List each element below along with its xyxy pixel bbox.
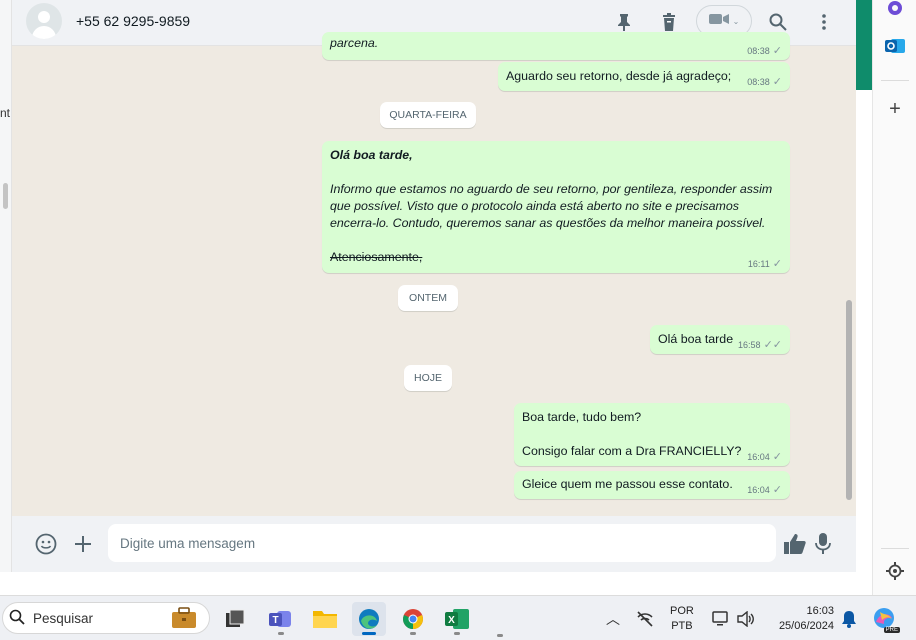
outlook-icon[interactable] — [883, 34, 907, 58]
contact-name[interactable]: +55 62 9295-9859 — [76, 13, 190, 29]
taskbar-search[interactable]: Pesquisar — [2, 602, 210, 634]
message-time: 08:38 — [747, 45, 770, 56]
message-bubble[interactable]: Gleice quem me passou esse contato. 16:0… — [514, 471, 790, 499]
background-app-scrollbar[interactable] — [3, 183, 8, 209]
network-off-icon[interactable] — [636, 596, 654, 640]
chevron-down-icon: ⌄ — [732, 16, 740, 26]
message-time: 16:04 — [747, 451, 770, 462]
trash-icon[interactable] — [657, 10, 681, 34]
single-check-icon: ✓ — [772, 76, 782, 88]
excel-icon[interactable]: X — [440, 602, 474, 636]
message-time: 08:38 — [747, 76, 770, 87]
chat-scrollbar[interactable] — [846, 300, 852, 500]
chrome-icon[interactable] — [396, 602, 430, 636]
message-text: Informo que estamos no aguardo de seu re… — [330, 182, 773, 230]
attach-plus-icon[interactable] — [71, 532, 95, 556]
briefcase-icon — [171, 607, 197, 632]
message-bubble[interactable]: Olá boa tarde 16:58 ✓✓ — [650, 325, 790, 354]
message-input-box[interactable] — [108, 524, 776, 562]
edge-browser-icon[interactable] — [352, 602, 386, 636]
single-check-icon: ✓ — [772, 451, 782, 463]
chat-window: +55 62 9295-9859 ⌄ parcena. 08:38 ✓ Aguar… — [12, 0, 856, 572]
language-code: POR — [670, 604, 694, 617]
app-running-indicator — [497, 634, 503, 637]
notification-bell-icon[interactable] — [841, 596, 857, 640]
copilot-taskbar-icon[interactable]: PRE — [872, 596, 900, 640]
message-time: 16:04 — [747, 484, 770, 495]
add-icon[interactable]: + — [883, 97, 907, 121]
message-list[interactable]: parcena. 08:38 ✓ Aguardo seu retorno, des… — [12, 32, 856, 516]
contact-avatar[interactable] — [26, 3, 62, 39]
message-bubble[interactable]: Olá boa tarde, Informo que estamos no ag… — [322, 141, 790, 273]
date-separator: ONTEM — [398, 285, 458, 311]
panel-divider — [881, 548, 909, 549]
pin-icon[interactable] — [612, 10, 636, 34]
message-text: Aguardo seu retorno, desde já agradeço; — [506, 69, 732, 83]
single-check-icon: ✓ — [772, 258, 782, 270]
taskbar-search-label: Pesquisar — [33, 610, 94, 626]
emoji-icon[interactable] — [34, 532, 58, 556]
background-app-text: nt — [0, 106, 11, 120]
double-check-icon: ✓✓ — [763, 339, 782, 351]
taskbar: Pesquisar T X ︿ POR PTB 16:03 25/06/2024… — [0, 595, 916, 640]
message-text: Gleice quem me passou esse contato. — [522, 477, 733, 491]
clock-time: 16:03 — [806, 604, 834, 617]
task-view-icon[interactable] — [218, 602, 252, 636]
thumbs-up-icon[interactable] — [783, 532, 807, 556]
search-icon — [9, 609, 25, 628]
keyboard-layout: PTB — [671, 619, 693, 632]
message-text: Olá boa tarde — [658, 332, 734, 346]
message-time: 16:58 — [738, 339, 761, 350]
message-bold-line: Olá boa tarde, — [330, 148, 413, 162]
clock-date: 25/06/2024 — [778, 619, 834, 632]
single-check-icon: ✓ — [772, 484, 782, 496]
copilot-icon[interactable] — [883, 0, 907, 20]
pre-badge: PRE — [883, 626, 900, 633]
panel-divider — [881, 80, 909, 81]
date-separator: QUARTA-FEIRA — [380, 102, 476, 128]
message-strike-line: Atenciosamente, — [330, 250, 423, 264]
svg-text:X: X — [448, 615, 455, 626]
gear-icon[interactable] — [883, 559, 907, 583]
more-options-icon[interactable] — [812, 10, 836, 34]
svg-text:T: T — [272, 615, 278, 626]
message-bubble[interactable]: Boa tarde, tudo bem? Consigo falar com a… — [514, 403, 790, 466]
message-time: 16:11 — [747, 258, 770, 269]
message-text: Boa tarde, tudo bem? — [522, 410, 642, 424]
message-bubble[interactable]: Aguardo seu retorno, desde já agradeço; … — [498, 62, 790, 91]
teams-icon[interactable]: T — [264, 602, 298, 636]
video-call-icon — [708, 12, 729, 30]
message-text: parcena. — [330, 36, 379, 50]
side-accent-bar — [856, 0, 872, 90]
message-text: Consigo falar com a Dra FRANCIELLY? — [522, 444, 742, 458]
file-explorer-icon[interactable] — [308, 602, 342, 636]
search-icon[interactable] — [766, 10, 790, 34]
message-input[interactable] — [108, 524, 776, 562]
tray-chevron-up-icon[interactable]: ︿ — [606, 596, 620, 640]
right-side-panel: + — [872, 0, 916, 595]
single-check-icon: ✓ — [772, 45, 782, 57]
message-bubble[interactable]: parcena. 08:38 ✓ — [322, 32, 790, 60]
display-icon[interactable] — [712, 596, 730, 640]
message-composer — [12, 516, 856, 572]
clock[interactable]: 16:03 25/06/2024 — [770, 596, 834, 640]
language-indicator[interactable]: POR PTB — [670, 596, 694, 640]
background-app-strip: nt — [0, 0, 12, 572]
volume-icon[interactable] — [737, 596, 755, 640]
microphone-icon[interactable] — [811, 532, 835, 556]
date-separator: HOJE — [404, 365, 452, 391]
